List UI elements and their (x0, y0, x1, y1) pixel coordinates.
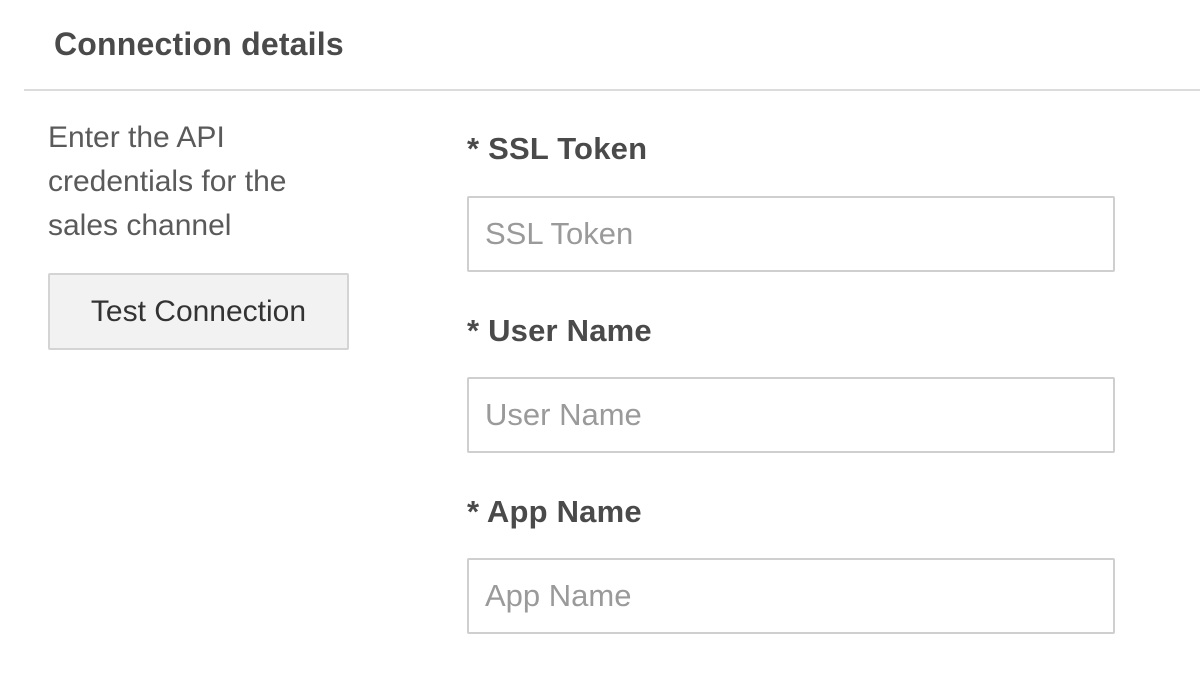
app-name-input[interactable] (467, 558, 1115, 634)
user-name-input[interactable] (467, 377, 1115, 453)
test-connection-button[interactable]: Test Connection (48, 273, 349, 350)
credentials-description: Enter the API credentials for the sales … (48, 121, 287, 242)
section-divider (24, 89, 1200, 91)
user-name-label: * User Name (467, 313, 652, 348)
section-header: Connection details (0, 0, 1200, 91)
ssl-token-label: * SSL Token (467, 131, 648, 166)
app-name-label: * App Name (467, 494, 642, 529)
section-title: Connection details (54, 26, 344, 62)
ssl-token-input[interactable] (467, 196, 1115, 272)
